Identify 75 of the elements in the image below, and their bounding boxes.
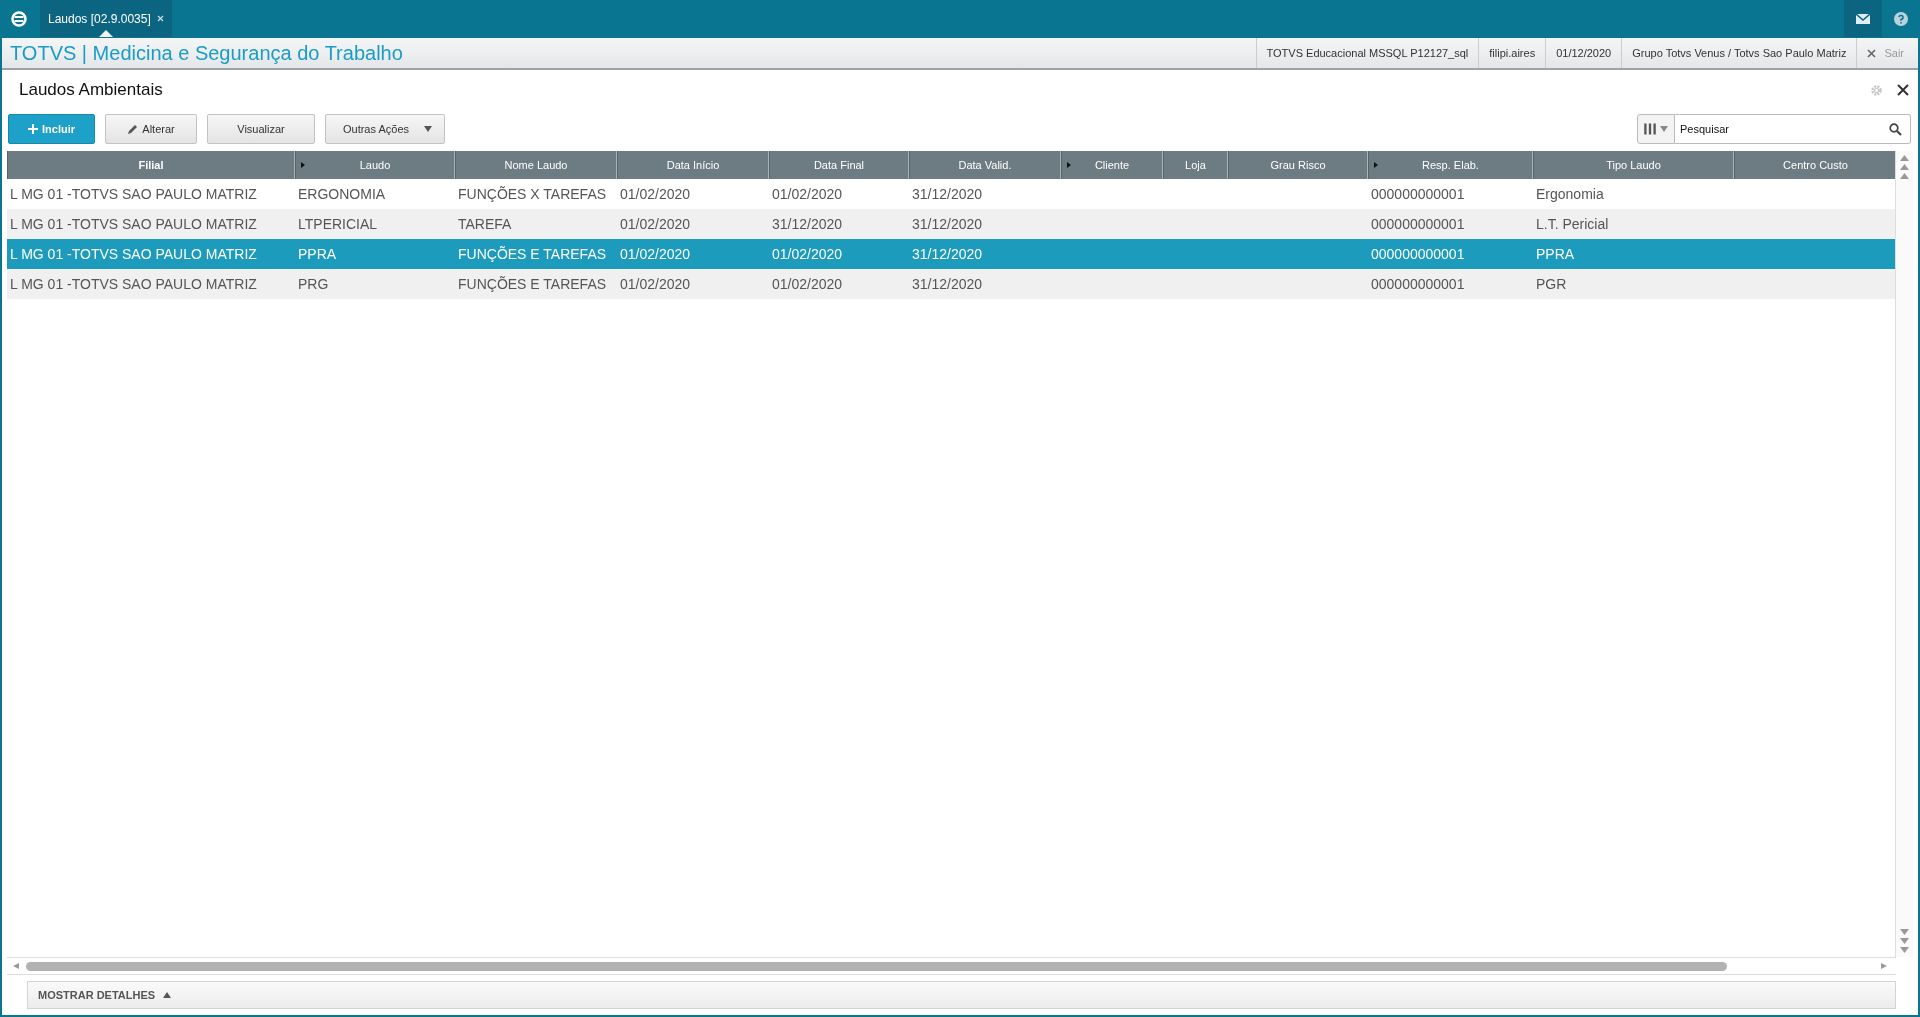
- plus-icon: [28, 124, 38, 134]
- table-cell: 31/12/2020: [912, 246, 983, 262]
- expand-icon[interactable]: [301, 162, 305, 168]
- table-cell: ERGONOMIA: [298, 186, 386, 202]
- session-info: 01/12/2020: [1545, 38, 1622, 68]
- help-icon[interactable]: [1894, 11, 1908, 26]
- table-cell: L MG 01 -TOTVS SAO PAULO MATRIZ: [10, 186, 257, 202]
- table-cell: 01/02/2020: [772, 246, 843, 262]
- page-down-icon[interactable]: [1900, 938, 1909, 944]
- table-cell: L.T. Pericial: [1536, 216, 1609, 232]
- session-info: Grupo Totvs Venus / Totvs Sao Paulo Matriz: [1621, 38, 1857, 68]
- session-info: TOTVS Educacional MSSQL P12127_sql: [1255, 38, 1479, 68]
- search-button[interactable]: [1881, 114, 1911, 144]
- table-cell: 31/12/2020: [912, 216, 983, 232]
- table-cell: PPRA: [298, 246, 337, 262]
- more-actions-button[interactable]: Outras Ações: [325, 114, 445, 144]
- session-info: filipi.aires: [1478, 38, 1546, 68]
- mail-icon[interactable]: [1856, 13, 1870, 24]
- table-cell: FUNÇÕES X TAREFAS: [458, 186, 607, 202]
- table-row[interactable]: L MG 01 -TOTVS SAO PAULO MATRIZ PRG FUNÇÕES E TAREFAS 01/02/2020 01/02/2020 31/12/2020 000000000001 PGR: [7, 269, 1895, 299]
- table-cell: 31/12/2020: [772, 216, 843, 232]
- columns-icon: [1644, 123, 1656, 135]
- search-icon: [1889, 122, 1902, 136]
- table-cell: PPRA: [1536, 246, 1575, 262]
- table-cell: 000000000001: [1371, 246, 1465, 262]
- table-cell: 01/02/2020: [620, 216, 691, 232]
- app-title: TOTVS | Medicina e Segurança do Trabalho: [9, 41, 404, 65]
- table-row[interactable]: L MG 01 -TOTVS SAO PAULO MATRIZ LTPERICIAL TAREFA 01/02/2020 31/12/2020 31/12/2020 000000000001 L.T. Pericial: [7, 209, 1895, 239]
- table-cell: 01/02/2020: [772, 186, 843, 202]
- table-cell: L MG 01 -TOTVS SAO PAULO MATRIZ: [10, 246, 257, 262]
- table-cell: Ergonomia: [1536, 186, 1604, 202]
- edit-button[interactable]: Alterar: [105, 114, 197, 144]
- table-cell: 01/02/2020: [772, 276, 843, 292]
- table-cell: L MG 01 -TOTVS SAO PAULO MATRIZ: [10, 276, 257, 292]
- view-button[interactable]: Visualizar: [207, 114, 315, 144]
- table-cell: L MG 01 -TOTVS SAO PAULO MATRIZ: [10, 216, 257, 232]
- close-icon[interactable]: [1897, 84, 1909, 96]
- table-cell: 000000000001: [1371, 186, 1465, 202]
- logo-icon[interactable]: [10, 10, 27, 27]
- scroll-bottom-icon[interactable]: [1900, 947, 1909, 953]
- table-cell: FUNÇÕES E TAREFAS: [458, 276, 607, 292]
- table-cell: PGR: [1536, 276, 1567, 292]
- page-up-icon[interactable]: [1900, 164, 1909, 170]
- scroll-top-icon[interactable]: [1900, 155, 1909, 161]
- scroll-left-icon[interactable]: [13, 963, 22, 969]
- scroll-thumb[interactable]: [26, 961, 1727, 971]
- vertical-scrollbar[interactable]: [1895, 151, 1913, 957]
- table-cell: 31/12/2020: [912, 276, 983, 292]
- horizontal-scrollbar[interactable]: [7, 957, 1896, 975]
- close-icon: [1867, 48, 1877, 58]
- table-cell: FUNÇÕES E TAREFAS: [458, 246, 607, 262]
- scroll-up-icon[interactable]: [1900, 173, 1909, 179]
- exit-button[interactable]: Sair: [1856, 38, 1918, 68]
- table-row[interactable]: L MG 01 -TOTVS SAO PAULO MATRIZ PPRA FUNÇÕES E TAREFAS 01/02/2020 01/02/2020 31/12/2020 000000000001 PPRA: [7, 239, 1895, 269]
- expand-icon[interactable]: [1374, 162, 1378, 168]
- close-tab-icon[interactable]: [156, 15, 164, 22]
- page-title: Laudos Ambientais: [19, 80, 164, 100]
- table-cell: 000000000001: [1371, 216, 1465, 232]
- include-button[interactable]: Incluir: [8, 114, 95, 144]
- scroll-down-icon[interactable]: [1900, 929, 1909, 935]
- table-cell: 000000000001: [1371, 276, 1465, 292]
- details-toggle[interactable]: MOSTRAR DETALHES: [27, 981, 1896, 1009]
- table-cell: 01/02/2020: [620, 186, 691, 202]
- table-cell: 01/02/2020: [620, 276, 691, 292]
- table-cell: LTPERICIAL: [298, 216, 378, 232]
- table-cell: TAREFA: [458, 216, 512, 232]
- table-cell: 31/12/2020: [912, 186, 983, 202]
- expand-icon[interactable]: [1067, 162, 1071, 168]
- search-field[interactable]: Pesquisar: [1675, 114, 1881, 144]
- table-cell: 01/02/2020: [620, 246, 691, 262]
- module-tab[interactable]: Laudos [02.9.0035]: [40, 0, 172, 37]
- table-cell: PRG: [298, 276, 329, 292]
- pencil-icon: [127, 123, 139, 135]
- column-picker-button[interactable]: [1637, 114, 1675, 144]
- settings-icon[interactable]: [1870, 83, 1883, 97]
